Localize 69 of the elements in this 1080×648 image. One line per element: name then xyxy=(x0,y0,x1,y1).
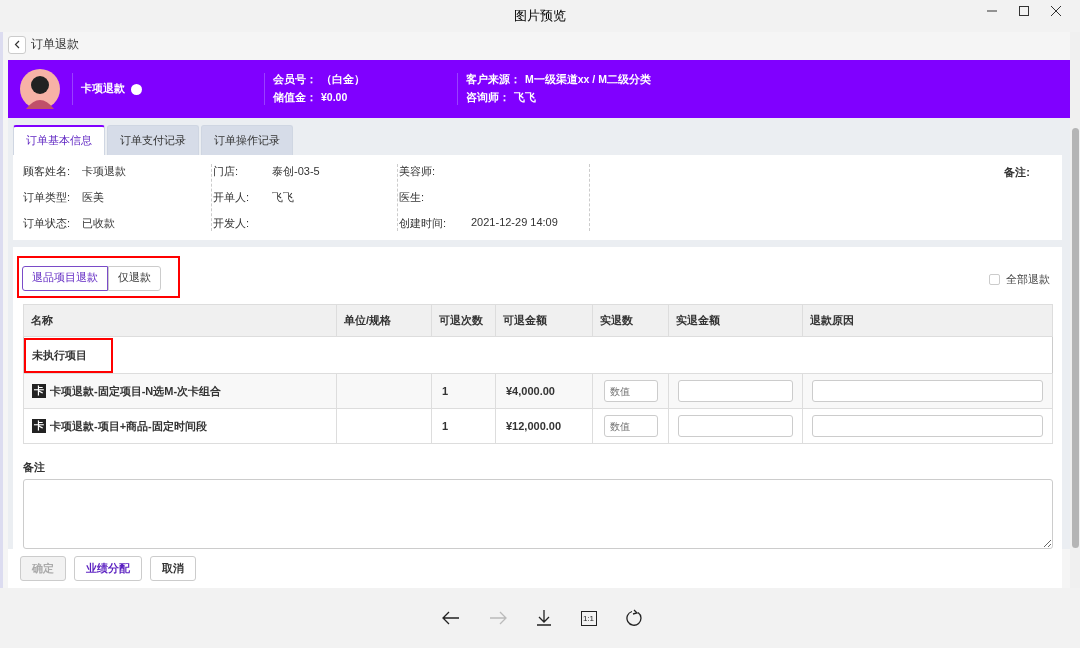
field-value: 卡项退款 xyxy=(82,164,126,180)
field-value: M一级渠道xx / M二级分类 xyxy=(525,73,651,88)
tab[interactable]: 订单操作记录 xyxy=(201,125,293,156)
field-value: ¥0.00 xyxy=(321,91,348,106)
customer-name: 卡项退款 xyxy=(81,82,125,97)
field-label: 订单状态: xyxy=(23,216,72,232)
mode-toggle[interactable]: 退品项目退款 xyxy=(22,265,108,291)
field-label: 客户来源： xyxy=(466,73,521,88)
field-label: 开单人: xyxy=(213,190,251,206)
avatar-icon xyxy=(20,69,60,110)
field-label: 美容师: xyxy=(399,164,437,180)
field-label: 备注 xyxy=(23,460,46,476)
reason-field[interactable] xyxy=(812,415,1043,438)
field-value: 已收款 xyxy=(82,216,115,232)
field-value: 飞飞 xyxy=(272,190,294,206)
field-value: （白金） xyxy=(321,73,365,88)
column-header: 实退数 xyxy=(592,304,669,337)
rotate-icon[interactable] xyxy=(625,609,644,627)
page-title: 订单退款 xyxy=(31,36,79,54)
column-header: 可退次数 xyxy=(431,304,496,337)
reason-field[interactable] xyxy=(812,380,1043,403)
quantity-field[interactable]: 数值 xyxy=(604,380,658,403)
group-title: 未执行项目 xyxy=(24,337,113,373)
action-button[interactable]: 业绩分配 xyxy=(74,556,142,582)
card-badge: 卡 xyxy=(32,384,46,399)
field-label: 咨询师： xyxy=(466,91,510,106)
action-button[interactable]: 取消 xyxy=(150,556,196,582)
field-label: 订单类型: xyxy=(23,190,72,206)
quantity-field[interactable]: 数值 xyxy=(604,415,658,438)
tab[interactable]: 订单支付记录 xyxy=(107,125,199,156)
column-header: 退款原因 xyxy=(802,304,1053,337)
tab[interactable]: 订单基本信息 xyxy=(13,125,105,156)
field-label: 开发人: xyxy=(213,216,251,232)
field-label: 医生: xyxy=(399,190,426,206)
field-label: 顾客姓名: xyxy=(23,164,72,180)
field-value: 2021-12-29 14:09 xyxy=(471,216,558,231)
table-cell: 1 xyxy=(442,420,449,433)
remark-field[interactable] xyxy=(23,479,1053,550)
close-icon[interactable] xyxy=(1050,5,1062,17)
column-header: 名称 xyxy=(23,304,337,337)
download-icon[interactable] xyxy=(535,610,552,626)
chevron-left-icon xyxy=(14,40,20,50)
field-label: 储值金： xyxy=(273,91,317,106)
checkbox-label: 全部退款 xyxy=(1006,272,1050,288)
column-header: 实退金额 xyxy=(668,304,803,337)
back-button[interactable] xyxy=(8,35,26,54)
field-label: 创建时间: xyxy=(399,216,448,232)
field-label: 会员号： xyxy=(273,73,317,88)
actual-size-button[interactable]: 1:1 xyxy=(580,610,597,626)
amount-field[interactable] xyxy=(678,415,793,438)
field-label: 备注: xyxy=(1004,165,1030,181)
field-value: 医美 xyxy=(82,190,104,206)
column-header: 可退金额 xyxy=(495,304,593,337)
table-cell: 1 xyxy=(442,385,449,398)
table-cell: ¥4,000.00 xyxy=(506,385,555,398)
mode-toggle[interactable]: 仅退款 xyxy=(108,265,161,291)
back-arrow-icon[interactable] xyxy=(441,611,460,625)
item-name: 卡项退款-项目+商品-固定时间段 xyxy=(50,418,207,434)
window-title: 图片预览 xyxy=(514,7,566,25)
column-header: 单位/规格 xyxy=(336,304,432,337)
card-badge: 卡 xyxy=(32,419,46,434)
table-cell: ¥12,000.00 xyxy=(506,420,562,433)
item-name: 卡项退款-固定项目-N选M-次卡组合 xyxy=(50,383,222,399)
field-label: 门店: xyxy=(213,164,240,180)
amount-field[interactable] xyxy=(678,380,793,403)
field-value: 飞飞 xyxy=(514,91,536,106)
checkbox[interactable] xyxy=(989,274,1000,286)
field-value: 泰创-03-5 xyxy=(272,164,320,180)
maximize-icon[interactable] xyxy=(1018,5,1030,17)
